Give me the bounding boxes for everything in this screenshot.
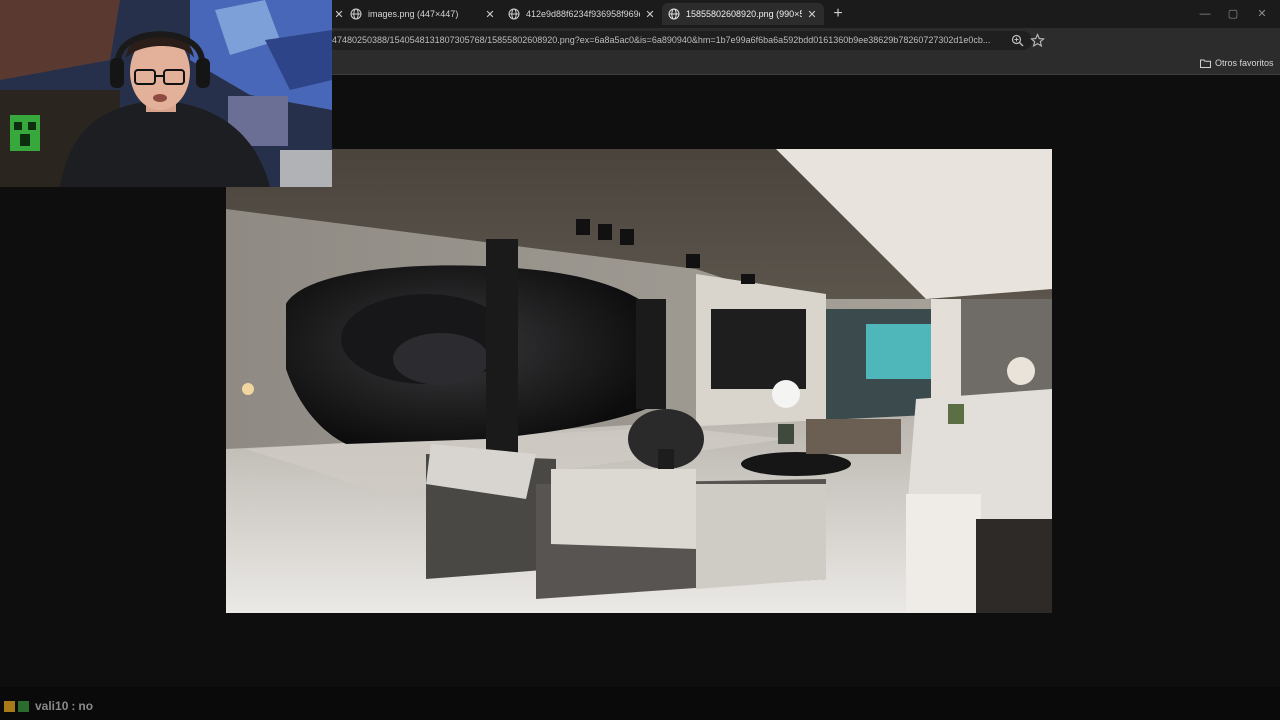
tab-hash-url[interactable]: 412e9d88f6234f936958f969d8ae5 ✕ [502,3,662,25]
tab-title: images.png (447×447) [368,9,459,19]
chat-badge-icon [18,700,29,712]
chat-message: vali10 : no [4,699,93,713]
favorites-label: Otros favoritos [1215,58,1274,68]
tab-images-png[interactable]: images.png (447×447) ✕ [344,3,502,25]
close-tab-icon[interactable]: ✕ [333,8,344,21]
address-bar[interactable]: 47480250388/1540548131807305768/15855802… [326,31,1045,50]
chat-separator: : [71,699,76,713]
minimize-button[interactable]: — [1194,5,1216,23]
other-favorites-folder[interactable]: Otros favoritos [1200,58,1274,68]
favorite-star-icon[interactable] [1030,33,1045,48]
chat-username: vali10 [35,699,69,713]
new-tab-button[interactable]: + [828,4,848,24]
maximize-button[interactable]: ▢ [1222,5,1244,23]
globe-icon [350,8,362,20]
close-tab-icon[interactable]: ✕ [644,8,656,21]
living-room-image [226,149,1052,613]
streamer-webcam [0,0,332,187]
globe-icon [508,8,520,20]
tab-title: 15855802608920.png (990×557) [686,9,802,19]
webcam-feed [0,0,332,187]
chat-text: no [78,699,94,713]
tab-active-image[interactable]: 15855802608920.png (990×557) ✕ [662,3,824,25]
folder-icon [1200,59,1211,68]
close-tab-icon[interactable]: ✕ [484,8,496,21]
chat-badge-icon [4,700,15,712]
tab-title: 412e9d88f6234f936958f969d8ae5 [526,9,640,19]
address-text[interactable]: 47480250388/1540548131807305768/15855802… [332,35,1006,45]
zoom-icon[interactable] [1010,33,1025,48]
displayed-image[interactable] [226,149,1052,613]
stream-chat-bar: vali10 : no [0,687,1280,720]
close-window-button[interactable]: ✕ [1251,5,1273,23]
globe-icon [668,8,680,20]
close-tab-icon[interactable]: ✕ [806,8,818,21]
